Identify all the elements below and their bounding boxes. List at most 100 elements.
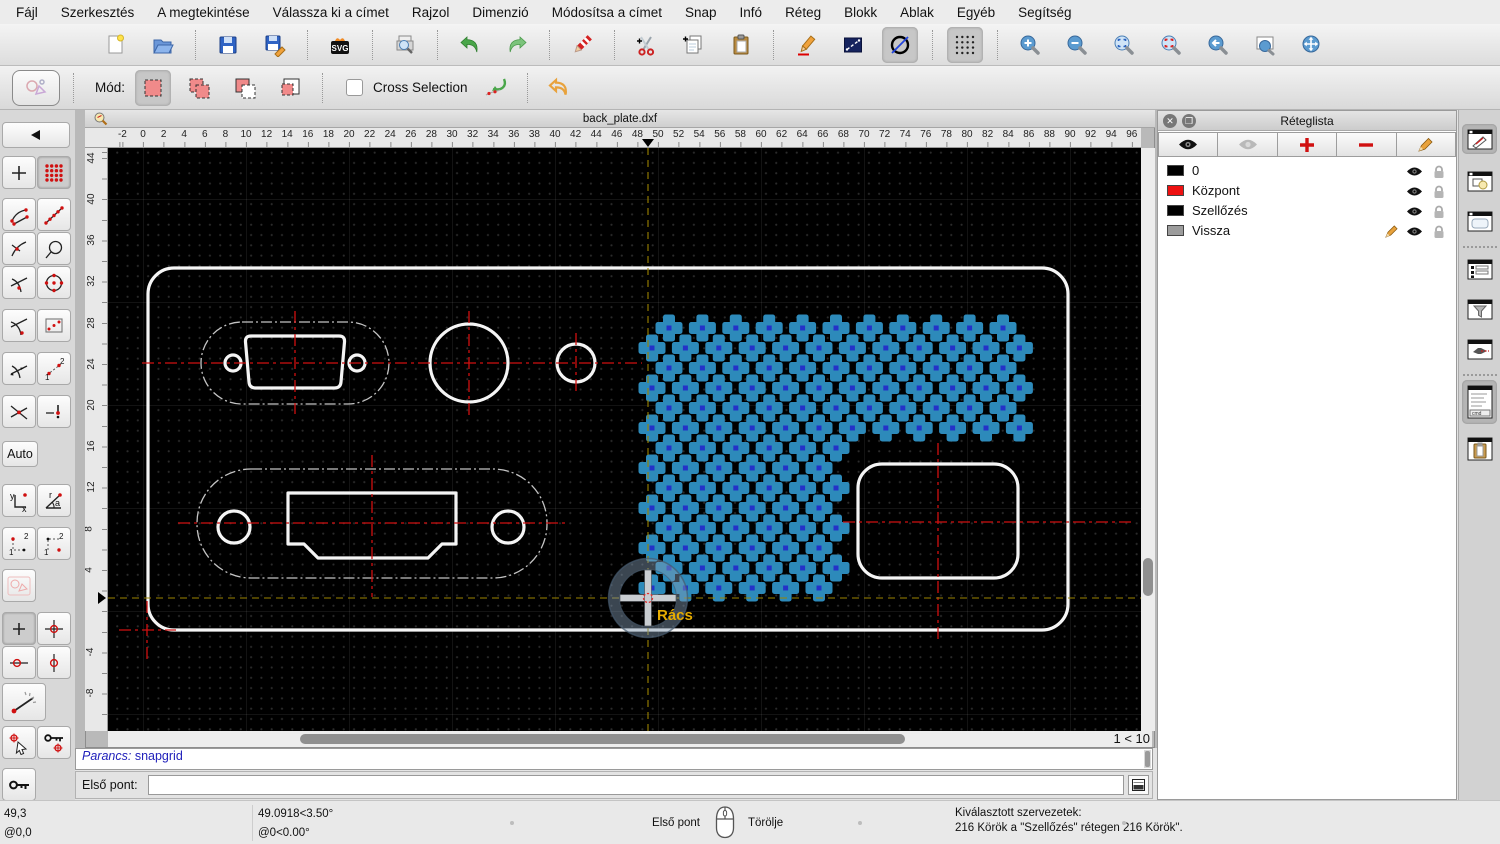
line-tool-button[interactable] <box>835 27 871 63</box>
snap-reference-button[interactable] <box>37 309 71 342</box>
set-relative-zero-button[interactable] <box>2 726 36 759</box>
dock-command-line-button[interactable]: cmd <box>1462 380 1497 424</box>
document-titlebar[interactable]: back_plate.dxf <box>85 110 1155 128</box>
undo-button[interactable] <box>452 27 488 63</box>
menu-segítség[interactable]: Segítség <box>1018 5 1071 20</box>
drawing-area[interactable]: Rács <box>108 148 1141 731</box>
cut-button[interactable] <box>629 27 665 63</box>
selection-status-button[interactable] <box>2 569 36 602</box>
snap-on-entity-button[interactable] <box>37 198 71 231</box>
layer-visibility-icon[interactable] <box>1406 185 1423 200</box>
dock-property-editor-button[interactable] <box>1462 334 1497 364</box>
circle-tool-button[interactable] <box>882 27 918 63</box>
dock-selection-filter-button[interactable] <box>1462 294 1497 324</box>
layer-lock-icon[interactable] <box>1433 225 1445 242</box>
layer-visibility-icon[interactable] <box>1406 205 1423 220</box>
restrict-orthogonal-button[interactable] <box>37 612 71 645</box>
command-input[interactable] <box>148 775 1124 795</box>
menu-a-megtekintése[interactable]: A megtekintése <box>157 5 249 20</box>
hdmi-connector-cutout[interactable] <box>218 493 524 558</box>
paste-button[interactable] <box>723 27 759 63</box>
selection-mode-intersect-button[interactable] <box>273 70 309 106</box>
snap-grid-button[interactable] <box>37 156 71 189</box>
menu-dimenzió[interactable]: Dimenzió <box>472 5 528 20</box>
snap-grid-toggle-button[interactable] <box>947 27 983 63</box>
layer-lock-icon[interactable] <box>1433 185 1445 202</box>
zoom-in-button[interactable] <box>1012 27 1048 63</box>
dock-library-browser-button[interactable] <box>1462 206 1497 236</box>
delete-button[interactable] <box>564 27 600 63</box>
hide-all-layers-button[interactable] <box>1218 132 1277 157</box>
restrict-nothing-button[interactable] <box>2 612 36 645</box>
deselect-all-button[interactable] <box>478 70 514 106</box>
dock-layer-list-button[interactable] <box>1462 124 1497 154</box>
vertical-scrollbar[interactable] <box>1141 148 1155 731</box>
zoom-out-button[interactable] <box>1059 27 1095 63</box>
snap-endpoint-button[interactable] <box>2 198 36 231</box>
snap-intersection-button[interactable] <box>2 395 36 428</box>
horizontal-scrollbar-thumb[interactable] <box>300 734 905 744</box>
coordinate-polar-button[interactable]: ra <box>37 484 71 517</box>
layer-lock-icon[interactable] <box>1433 205 1445 222</box>
copy-button[interactable] <box>676 27 712 63</box>
menu-egyéb[interactable]: Egyéb <box>957 5 995 20</box>
restrict-vertical-button[interactable] <box>37 646 71 679</box>
remove-layer-button[interactable] <box>1337 132 1396 157</box>
close-panel-button[interactable]: ✕ <box>1163 114 1177 128</box>
menu-módosítsa-a-címet[interactable]: Módosítsa a címet <box>552 5 662 20</box>
save-button[interactable] <box>210 27 246 63</box>
layer-row-központ[interactable]: Központ <box>1159 181 1455 201</box>
menu-válassza-ki-a-címet[interactable]: Válassza ki a címet <box>273 5 389 20</box>
menu-fájl[interactable]: Fájl <box>16 5 38 20</box>
snap-distance-button[interactable]: 12 <box>37 352 71 385</box>
snap-center-button[interactable] <box>37 266 71 299</box>
layer-lock-icon[interactable] <box>1433 165 1445 182</box>
keyboard-toggle-button[interactable] <box>1128 775 1149 795</box>
pan-button[interactable] <box>1294 27 1330 63</box>
restrict-horizontal-button[interactable] <box>2 646 36 679</box>
snap-entity-button[interactable] <box>37 232 71 265</box>
layer-row-vissza[interactable]: Vissza <box>1159 221 1455 241</box>
dock-clipboard-button[interactable] <box>1462 434 1497 464</box>
zoom-auto-button[interactable] <box>1106 27 1142 63</box>
snap-free-button[interactable] <box>2 156 36 189</box>
zoom-previous-button[interactable] <box>1200 27 1236 63</box>
vertical-scrollbar-thumb[interactable] <box>1143 558 1153 596</box>
snap-auto-button[interactable]: Auto <box>2 441 38 467</box>
layer-row-szellőzés[interactable]: Szellőzés <box>1159 201 1455 221</box>
command-history-scrollbar[interactable] <box>1144 750 1151 768</box>
svg-export-button[interactable]: SVG <box>322 27 358 63</box>
menu-réteg[interactable]: Réteg <box>785 5 821 20</box>
corner-point-2-button[interactable]: 12 <box>37 527 71 560</box>
dock-entity-list-button[interactable] <box>1462 254 1497 284</box>
layer-visibility-icon[interactable] <box>1406 165 1423 180</box>
selection-mode-subtract-button[interactable] <box>227 70 263 106</box>
layer-row-0[interactable]: 0 <box>1159 161 1455 181</box>
menu-infó[interactable]: Infó <box>740 5 763 20</box>
coordinate-cartesian-button[interactable]: yx <box>2 484 36 517</box>
selection-tool-button[interactable] <box>12 70 60 106</box>
layer-visibility-icon[interactable] <box>1406 225 1423 240</box>
snap-nearest-button[interactable] <box>2 309 36 342</box>
snap-intersection-manual-button[interactable] <box>37 395 71 428</box>
new-document-button[interactable] <box>98 27 134 63</box>
show-all-layers-button[interactable] <box>1158 132 1218 157</box>
layer-panel-titlebar[interactable]: ✕ ❐ Réteglista <box>1158 111 1456 131</box>
draw-pencil-button[interactable] <box>788 27 824 63</box>
save-as-button[interactable] <box>257 27 293 63</box>
edit-layer-button[interactable] <box>1397 132 1456 157</box>
back-button[interactable] <box>2 122 70 148</box>
menu-ablak[interactable]: Ablak <box>900 5 934 20</box>
lock-position-button[interactable] <box>2 768 36 801</box>
menu-blokk[interactable]: Blokk <box>844 5 877 20</box>
command-history[interactable]: Parancs: snapgrid <box>75 748 1153 770</box>
open-file-button[interactable] <box>145 27 181 63</box>
snap-tangent-button[interactable] <box>2 352 36 385</box>
horizontal-scrollbar[interactable] <box>108 731 1103 747</box>
menu-szerkesztés[interactable]: Szerkesztés <box>61 5 135 20</box>
selection-mode-replace-button[interactable] <box>135 70 171 106</box>
selection-mode-add-button[interactable] <box>181 70 217 106</box>
zoom-selection-button[interactable] <box>1153 27 1189 63</box>
add-layer-button[interactable] <box>1278 132 1337 157</box>
zoom-window-button[interactable] <box>1247 27 1283 63</box>
